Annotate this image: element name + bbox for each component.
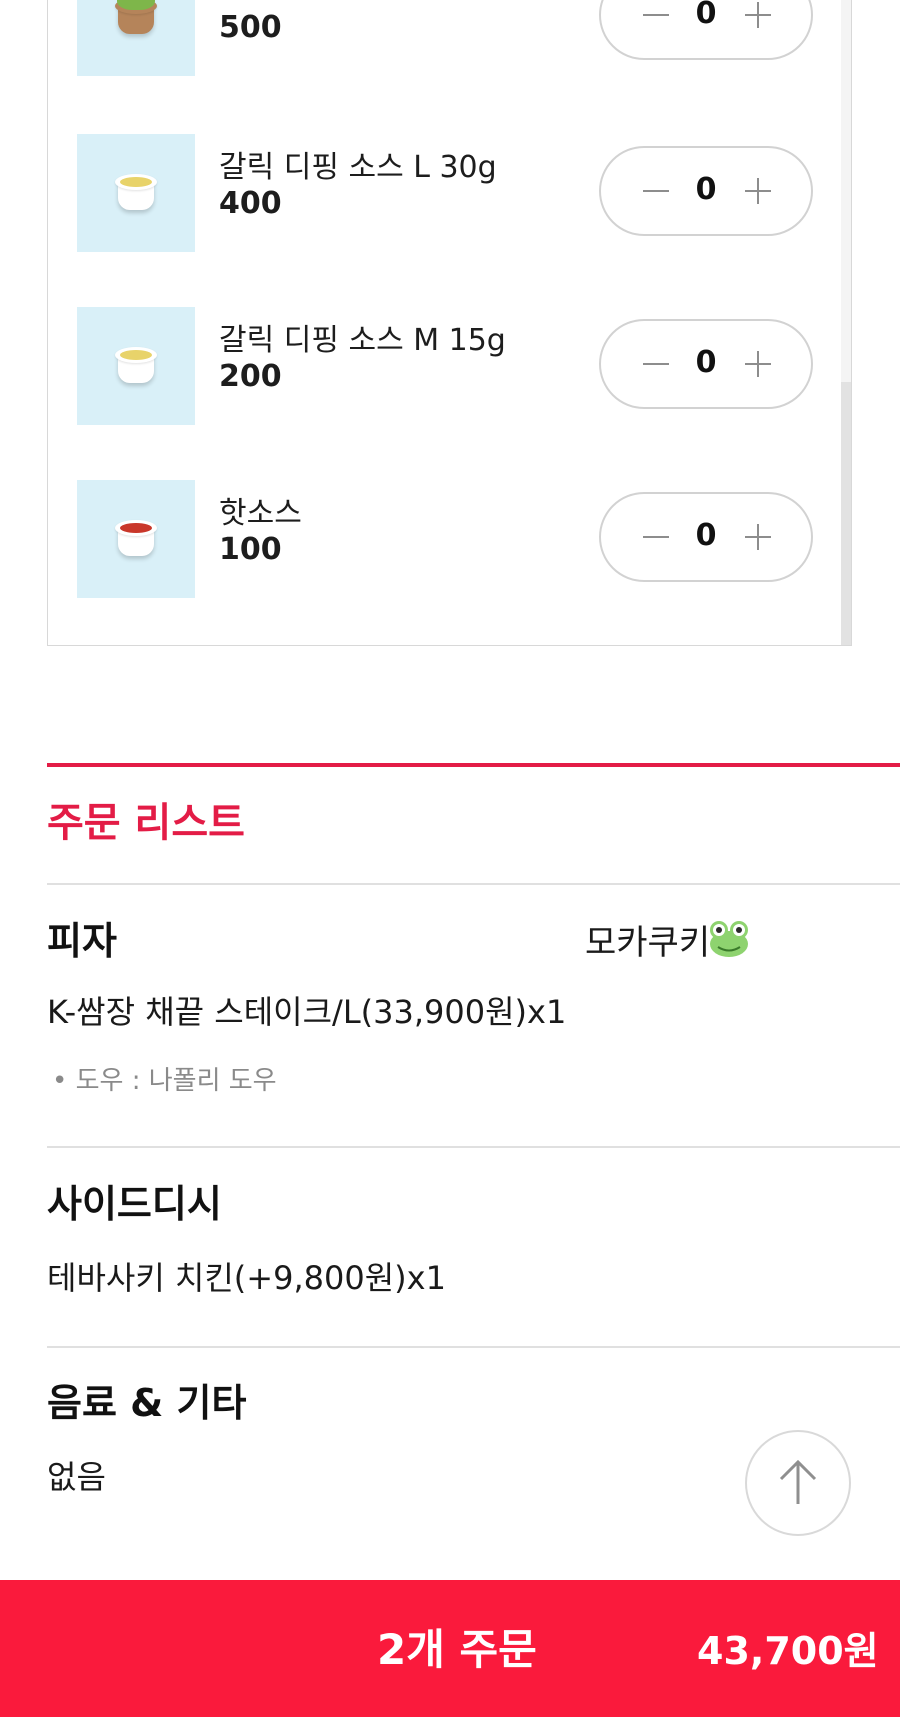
order-count-label: 2개 주문	[377, 1625, 537, 1674]
side-item: 갈릭 디핑 소스 M 15g 200 0	[48, 307, 838, 425]
order-list-title: 주문 리스트	[47, 800, 245, 846]
divider	[47, 1346, 900, 1348]
hot-sauce-cup-icon	[115, 520, 157, 558]
quantity-stepper: 0	[599, 0, 813, 60]
side-item-name: 갈릭 디핑 소스 L 30g	[219, 150, 497, 185]
side-item-price: 100	[219, 532, 282, 567]
side-item-image	[77, 134, 195, 252]
frog-emoji-icon	[710, 921, 748, 957]
side-item: 500 0	[48, 0, 838, 76]
side-item-price: 200	[219, 359, 282, 394]
quantity-value: 0	[695, 172, 717, 207]
salad-cup-icon	[115, 0, 157, 36]
scrollbar-thumb[interactable]	[841, 382, 851, 645]
divider	[47, 883, 900, 885]
side-item-name: 핫소스	[219, 496, 302, 531]
drink-order-line: 없음	[47, 1458, 106, 1496]
drink-section-title: 음료 & 기타	[47, 1381, 247, 1425]
side-item: 핫소스 100 0	[48, 480, 838, 598]
side-dish-list: 500 0 갈릭 디핑 소스 L 30g 400 0 갈릭 디핑 소스 M 15…	[47, 0, 852, 646]
quantity-stepper: 0	[599, 492, 813, 582]
side-item-price: 400	[219, 186, 282, 221]
order-total-price: 43,700원	[697, 1629, 879, 1673]
garlic-sauce-cup-icon	[115, 347, 157, 385]
plus-icon[interactable]	[757, 524, 759, 550]
order-button[interactable]: 2개 주문 43,700원	[0, 1580, 900, 1717]
scroll-top-button[interactable]	[745, 1430, 851, 1536]
side-item-image	[77, 0, 195, 76]
quantity-value: 0	[695, 345, 717, 380]
arrow-up-icon	[779, 1459, 817, 1504]
pizza-option-line: • 도우 : 나폴리 도우	[52, 1066, 277, 1096]
quantity-stepper: 0	[599, 319, 813, 409]
side-section-title: 사이드디시	[47, 1182, 222, 1226]
side-item-image	[77, 307, 195, 425]
divider	[47, 1146, 900, 1148]
side-item-name: 갈릭 디핑 소스 M 15g	[219, 323, 506, 358]
plus-icon[interactable]	[757, 2, 759, 28]
quantity-value: 0	[695, 518, 717, 553]
side-item-image	[77, 480, 195, 598]
quantity-stepper: 0	[599, 146, 813, 236]
minus-icon[interactable]	[643, 190, 669, 192]
side-order-line: 테바사키 치킨(+9,800원)x1	[47, 1259, 446, 1297]
minus-icon[interactable]	[643, 363, 669, 365]
side-item-price: 500	[219, 10, 282, 45]
quantity-value: 0	[695, 0, 717, 31]
minus-icon[interactable]	[643, 536, 669, 538]
pizza-order-line: K-쌈장 채끝 스테이크/L(33,900원)x1	[47, 993, 567, 1031]
scrollbar-track[interactable]	[841, 0, 851, 645]
plus-icon[interactable]	[757, 178, 759, 204]
minus-icon[interactable]	[643, 14, 669, 16]
side-item: 갈릭 디핑 소스 L 30g 400 0	[48, 134, 838, 252]
garlic-sauce-cup-icon	[115, 174, 157, 212]
order-list-accent-line	[47, 763, 900, 767]
plus-icon[interactable]	[757, 351, 759, 377]
pizza-section-title: 피자	[47, 919, 117, 963]
user-nickname: 모카쿠키	[585, 923, 711, 963]
